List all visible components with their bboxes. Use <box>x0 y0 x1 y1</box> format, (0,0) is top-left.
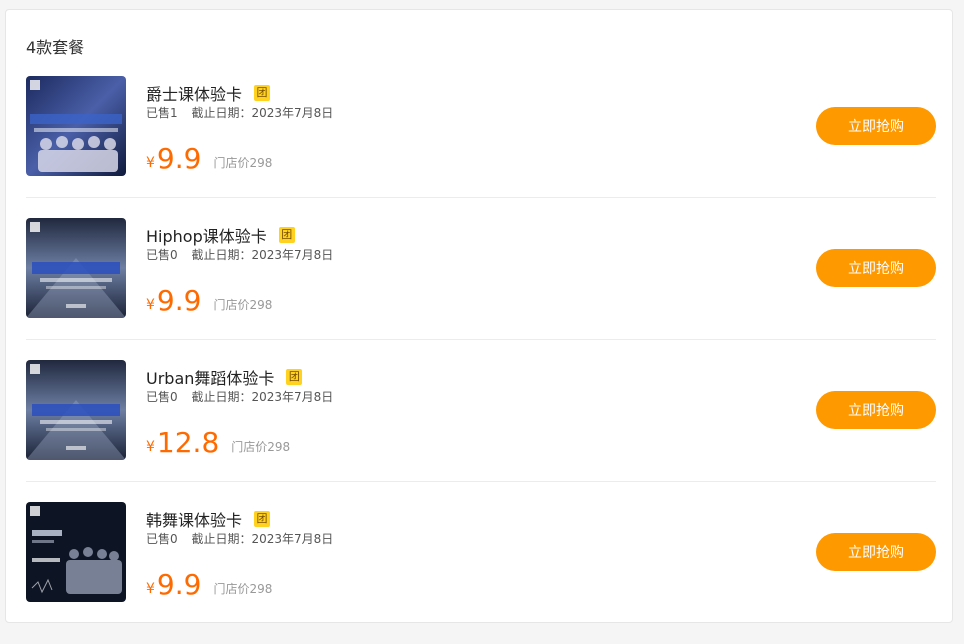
package-name[interactable]: 韩舞课体验卡 <box>146 507 242 531</box>
package-thumbnail[interactable] <box>26 502 126 602</box>
currency-symbol: ¥ <box>146 155 155 171</box>
original-price: 门店价298 <box>213 156 273 170</box>
group-buy-badge: 团 <box>254 511 271 527</box>
buy-now-button[interactable]: 立即抢购 <box>816 391 936 429</box>
sale-price: 9.9 <box>156 568 202 601</box>
package-item: Urban舞蹈体验卡 团 已售0 截止日期：2023年7月8日 ¥ 12.8 门… <box>26 360 936 502</box>
divider <box>26 339 936 340</box>
package-name[interactable]: 爵士课体验卡 <box>146 81 242 105</box>
original-price: 门店价298 <box>213 582 273 596</box>
buy-now-button[interactable]: 立即抢购 <box>816 249 936 287</box>
deadline: 截止日期：2023年7月8日 <box>191 248 334 262</box>
deadline: 截止日期：2023年7月8日 <box>191 390 334 404</box>
package-thumbnail[interactable] <box>26 76 126 176</box>
package-name[interactable]: Hiphop课体验卡 <box>146 223 267 247</box>
sold-count: 已售0 <box>146 532 178 546</box>
package-item: 爵士课体验卡 团 已售1 截止日期：2023年7月8日 ¥ 9.9 门店价298… <box>26 76 936 218</box>
package-item: 韩舞课体验卡 团 已售0 截止日期：2023年7月8日 ¥ 9.9 门店价298… <box>26 502 936 644</box>
section-title: 4款套餐 <box>26 38 85 57</box>
currency-symbol: ¥ <box>146 581 155 597</box>
group-buy-badge: 团 <box>254 85 271 101</box>
package-thumbnail[interactable] <box>26 218 126 318</box>
buy-now-button[interactable]: 立即抢购 <box>816 107 936 145</box>
sold-count: 已售0 <box>146 248 178 262</box>
original-price: 门店价298 <box>231 440 291 454</box>
sold-count: 已售1 <box>146 106 178 120</box>
package-name[interactable]: Urban舞蹈体验卡 <box>146 365 274 389</box>
divider <box>26 197 936 198</box>
currency-symbol: ¥ <box>146 439 155 455</box>
original-price: 门店价298 <box>213 298 273 312</box>
buy-now-button[interactable]: 立即抢购 <box>816 533 936 571</box>
sale-price: 9.9 <box>156 284 202 317</box>
package-thumbnail[interactable] <box>26 360 126 460</box>
divider <box>26 481 936 482</box>
group-buy-badge: 团 <box>278 227 295 243</box>
deadline: 截止日期：2023年7月8日 <box>191 532 334 546</box>
sale-price: 12.8 <box>156 426 220 459</box>
currency-symbol: ¥ <box>146 297 155 313</box>
sold-count: 已售0 <box>146 390 178 404</box>
sale-price: 9.9 <box>156 142 202 175</box>
group-buy-badge: 团 <box>286 369 303 385</box>
deadline: 截止日期：2023年7月8日 <box>191 106 334 120</box>
package-list-card: 4款套餐 爵士课体验卡 团 已售1 截止日期：2023年7月8日 ¥ 9.9 门… <box>5 9 953 623</box>
package-item: Hiphop课体验卡 团 已售0 截止日期：2023年7月8日 ¥ 9.9 门店… <box>26 218 936 360</box>
